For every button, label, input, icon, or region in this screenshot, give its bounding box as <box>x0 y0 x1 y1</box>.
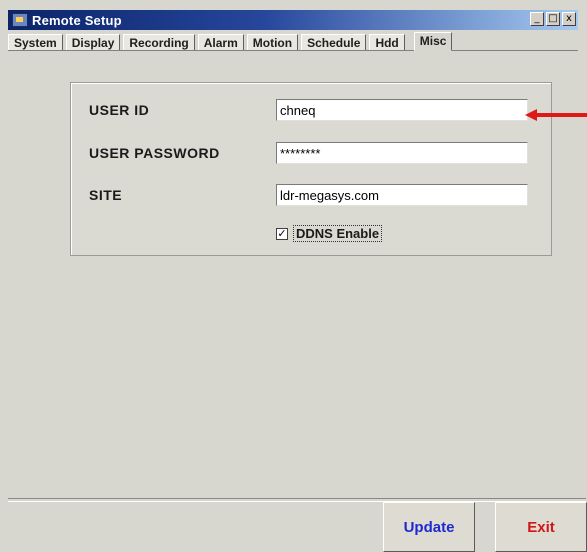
tab-alarm[interactable]: Alarm <box>197 34 244 50</box>
update-button[interactable]: Update <box>383 502 475 552</box>
user-id-field[interactable] <box>276 99 528 121</box>
tab-misc[interactable]: Misc <box>413 32 453 51</box>
user-password-label: USER PASSWORD <box>89 145 220 161</box>
remote-setup-window: Remote Setup _ □ x System Display Record… <box>0 0 587 552</box>
minimize-button[interactable]: _ <box>530 12 544 26</box>
site-label: SITE <box>89 187 123 203</box>
app-icon <box>12 13 28 27</box>
close-button[interactable]: x <box>562 12 576 26</box>
tab-display[interactable]: Display <box>65 34 121 50</box>
tab-hdd[interactable]: Hdd <box>369 34 405 50</box>
tab-system[interactable]: System <box>8 34 63 50</box>
window-title: Remote Setup <box>32 12 122 28</box>
user-id-label: USER ID <box>89 102 150 118</box>
user-password-field[interactable] <box>276 142 528 164</box>
exit-button[interactable]: Exit <box>495 502 587 552</box>
tab-recording[interactable]: Recording <box>123 34 195 50</box>
window-controls: _ □ x <box>530 12 576 26</box>
ddns-settings-panel: USER ID USER PASSWORD SITE ✓ DDNS Enable <box>70 82 552 256</box>
ddns-enable-checkbox[interactable]: ✓ <box>276 227 288 240</box>
title-bar: Remote Setup _ □ x <box>8 10 578 30</box>
red-arrow-icon <box>525 109 587 121</box>
tab-bar: System Display Recording Alarm Motion Sc… <box>8 30 578 51</box>
tab-schedule[interactable]: Schedule <box>301 34 367 50</box>
site-field[interactable] <box>276 184 528 206</box>
ddns-enable-row: ✓ DDNS Enable <box>276 225 383 242</box>
maximize-button[interactable]: □ <box>546 12 560 26</box>
ddns-enable-label[interactable]: DDNS Enable <box>293 225 383 242</box>
tab-motion[interactable]: Motion <box>246 34 299 50</box>
